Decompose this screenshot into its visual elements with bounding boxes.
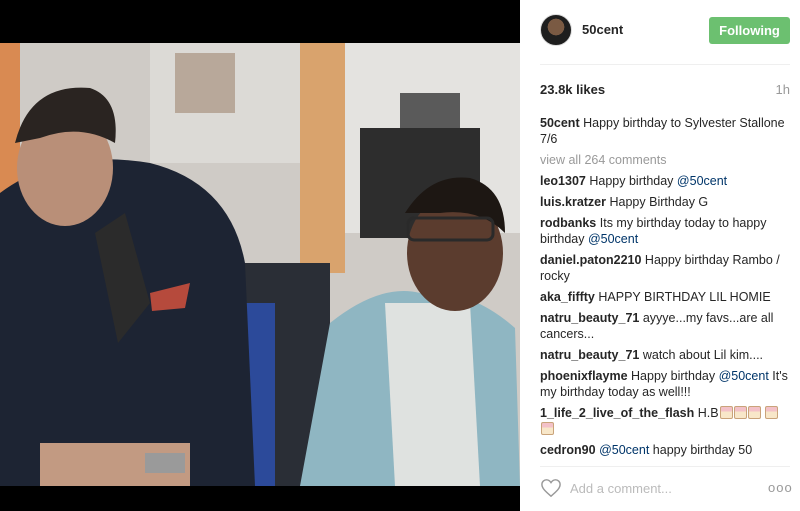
comment-username[interactable]: natru_beauty_71 bbox=[540, 348, 639, 362]
comment-username[interactable]: phoenixflayme bbox=[540, 369, 628, 383]
birthday-cake-icon bbox=[733, 406, 747, 419]
post-detail-panel: 50cent Following 23.8k likes 1h 50cent H… bbox=[520, 0, 800, 511]
view-all-comments-link[interactable]: view all 264 comments bbox=[540, 152, 790, 168]
comment-username[interactable]: leo1307 bbox=[540, 174, 586, 188]
comment-item: rodbanks Its my birthday today to happy … bbox=[540, 215, 790, 247]
post-photo[interactable] bbox=[0, 43, 520, 486]
comment-text: Happy Birthday G bbox=[609, 195, 709, 209]
author-username[interactable]: 50cent bbox=[582, 22, 623, 37]
comment-username[interactable]: luis.kratzer bbox=[540, 195, 606, 209]
birthday-cake-icon bbox=[765, 406, 779, 419]
comment-text: HAPPY BIRTHDAY LIL HOMIE bbox=[598, 290, 771, 304]
photo-pane bbox=[0, 0, 520, 511]
footer-divider bbox=[540, 466, 790, 467]
birthday-cake-icon bbox=[747, 406, 761, 419]
more-options-button[interactable]: ooo bbox=[768, 480, 793, 495]
birthday-cake-icon bbox=[719, 406, 733, 419]
comment-username[interactable]: natru_beauty_71 bbox=[540, 311, 639, 325]
add-comment-input[interactable] bbox=[570, 478, 760, 498]
comment-item: cedron90 @50cent happy birthday 50 bbox=[540, 442, 790, 458]
header-divider bbox=[540, 64, 790, 65]
comment-username[interactable]: daniel.paton2210 bbox=[540, 253, 641, 267]
comment-item: 1_life_2_live_of_the_flash H.B bbox=[540, 405, 790, 437]
comment-text: watch about Lil kim.... bbox=[642, 348, 764, 362]
comment-text: Happy birthday bbox=[631, 369, 719, 383]
comment-username[interactable]: 1_life_2_live_of_the_flash bbox=[540, 406, 694, 420]
comment-item: natru_beauty_71 ayyye...my favs...are al… bbox=[540, 310, 790, 342]
comment-text: H.B bbox=[697, 406, 719, 420]
comment-item: luis.kratzer Happy Birthday G bbox=[540, 194, 790, 210]
heart-icon[interactable] bbox=[540, 478, 562, 498]
following-button[interactable]: Following bbox=[709, 17, 790, 44]
comment-username[interactable]: 50cent bbox=[540, 116, 580, 130]
mention-link[interactable]: @50cent bbox=[588, 232, 638, 246]
photo-illustration bbox=[0, 43, 520, 486]
comments-list: 50cent Happy birthday to Sylvester Stall… bbox=[540, 115, 790, 463]
comment-item: aka_fiffty HAPPY BIRTHDAY LIL HOMIE bbox=[540, 289, 790, 305]
mention-link[interactable]: @50cent bbox=[599, 443, 649, 457]
mention-link[interactable]: @50cent bbox=[677, 174, 727, 188]
mention-link[interactable]: @50cent bbox=[719, 369, 769, 383]
caption: 50cent Happy birthday to Sylvester Stall… bbox=[540, 115, 790, 147]
likes-count[interactable]: 23.8k likes bbox=[540, 82, 605, 97]
comment-username[interactable]: aka_fiffty bbox=[540, 290, 595, 304]
comment-text: Happy birthday bbox=[589, 174, 677, 188]
comment-username[interactable]: cedron90 bbox=[540, 443, 596, 457]
comment-text-continued: happy birthday 50 bbox=[649, 443, 753, 457]
comment-item: leo1307 Happy birthday @50cent bbox=[540, 173, 790, 189]
post-time[interactable]: 1h bbox=[776, 82, 790, 97]
post-header: 50cent Following bbox=[520, 0, 800, 64]
birthday-cake-icon bbox=[541, 422, 554, 435]
avatar[interactable] bbox=[540, 14, 572, 46]
comment-item: daniel.paton2210 Happy birthday Rambo / … bbox=[540, 252, 790, 284]
comment-username[interactable]: rodbanks bbox=[540, 216, 596, 230]
comment-item: natru_beauty_71 watch about Lil kim.... bbox=[540, 347, 790, 363]
comment-item: phoenixflayme Happy birthday @50cent It'… bbox=[540, 368, 790, 400]
